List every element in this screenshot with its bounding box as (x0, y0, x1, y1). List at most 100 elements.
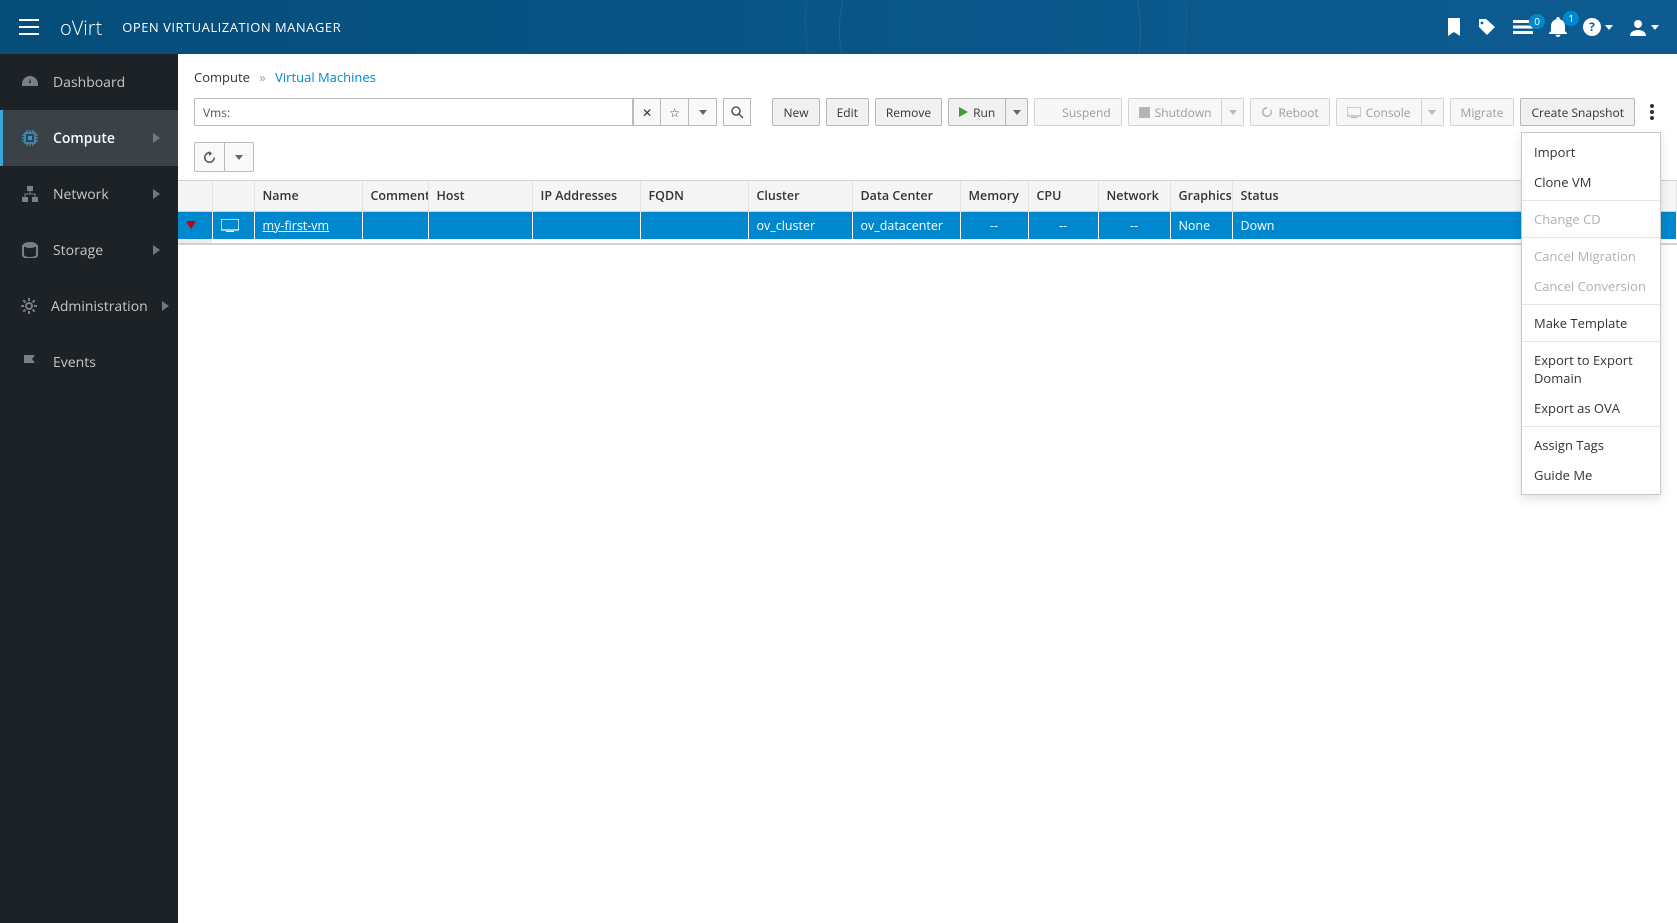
cell-cpu: -- (1028, 211, 1098, 239)
chevron-right-icon (153, 245, 160, 255)
sidebar-item-label: Storage (53, 241, 139, 260)
reboot-button: Reboot (1250, 98, 1329, 126)
flag-icon (21, 354, 39, 370)
menu-divider (1522, 426, 1660, 427)
row-vm-icon (212, 211, 254, 239)
refresh-group (194, 142, 254, 172)
menu-item-cancel-migration: Cancel Migration (1522, 241, 1660, 271)
reboot-label: Reboot (1278, 104, 1318, 121)
menu-item-export-as-ova[interactable]: Export as OVA (1522, 393, 1660, 423)
app-name: OPEN VIRTUALIZATION MANAGER (122, 18, 341, 36)
sidebar-item-label: Dashboard (53, 73, 160, 92)
reboot-icon (1261, 106, 1273, 118)
cell-memory: -- (960, 211, 1028, 239)
sidebar-item-dashboard[interactable]: Dashboard (0, 54, 178, 110)
sidebar-item-storage[interactable]: Storage (0, 222, 178, 278)
sidebar-item-label: Events (53, 353, 160, 372)
sidebar: Dashboard Compute Network Storage Admini… (0, 54, 178, 923)
search-label: Vms: (194, 98, 238, 126)
cell-graphics: None (1170, 211, 1232, 239)
cell-network: -- (1098, 211, 1170, 239)
menu-item-cancel-conversion: Cancel Conversion (1522, 271, 1660, 301)
breadcrumb-root[interactable]: Compute (194, 68, 250, 86)
row-status-indicator-icon[interactable] (178, 211, 212, 239)
console-caret-icon (1422, 98, 1444, 126)
col-expand[interactable] (178, 181, 212, 211)
sidebar-item-label: Administration (51, 297, 148, 316)
migrate-button: Migrate (1450, 98, 1515, 126)
sidebar-item-events[interactable]: Events (0, 334, 178, 390)
menu-divider (1522, 341, 1660, 342)
menu-divider (1522, 304, 1660, 305)
menu-divider (1522, 237, 1660, 238)
menu-item-assign-tags[interactable]: Assign Tags (1522, 430, 1660, 460)
storage-icon (21, 242, 39, 258)
col-fqdn[interactable]: FQDN (640, 181, 748, 211)
help-icon[interactable]: ? (1583, 18, 1613, 36)
cell-fqdn (640, 211, 748, 239)
cell-ip (532, 211, 640, 239)
col-cluster[interactable]: Cluster (748, 181, 852, 211)
alerts-badge: 1 (1563, 11, 1579, 26)
compute-icon (21, 130, 39, 146)
cell-cluster: ov_cluster (748, 211, 852, 239)
sidebar-item-administration[interactable]: Administration (0, 278, 178, 334)
svg-text:?: ? (1589, 18, 1595, 35)
menu-item-guide-me[interactable]: Guide Me (1522, 460, 1660, 490)
context-menu: ImportClone VM Change CD Cancel MigrationC… (1521, 132, 1661, 495)
search-submit-icon[interactable] (723, 98, 751, 126)
brand-logo: oVirt (60, 14, 102, 41)
search-group: Vms: ✕ ☆ (194, 98, 751, 126)
sidebar-item-label: Network (53, 185, 139, 204)
menu-item-clone-vm[interactable]: Clone VM (1522, 167, 1660, 197)
menu-item-make-template[interactable]: Make Template (1522, 308, 1660, 338)
new-button[interactable]: New (772, 98, 819, 126)
tasks-icon[interactable]: 0 (1513, 20, 1533, 34)
gear-icon (21, 298, 37, 314)
sidebar-item-label: Compute (53, 129, 139, 148)
cell-comment (362, 211, 428, 239)
chevron-right-icon (153, 189, 160, 199)
tasks-badge: 0 (1529, 14, 1545, 29)
create-snapshot-button[interactable]: Create Snapshot (1520, 98, 1635, 126)
bookmark-search-icon[interactable]: ☆ (661, 98, 689, 126)
console-label: Console (1366, 104, 1411, 121)
sidebar-item-network[interactable]: Network (0, 166, 178, 222)
dashboard-icon (21, 74, 39, 90)
refresh-icon[interactable] (195, 143, 225, 171)
cell-datacenter: ov_datacenter (852, 211, 960, 239)
bookmark-icon[interactable] (1447, 18, 1461, 36)
shutdown-caret-icon (1222, 98, 1244, 126)
sidebar-item-compute[interactable]: Compute (0, 110, 178, 166)
network-icon (21, 186, 39, 202)
chevron-right-icon (153, 133, 160, 143)
menu-item-change-cd: Change CD (1522, 204, 1660, 234)
refresh-caret-icon[interactable] (225, 143, 253, 171)
col-icon[interactable] (212, 181, 254, 211)
kebab-menu-icon[interactable] (1643, 98, 1661, 126)
tags-icon[interactable] (1477, 19, 1497, 35)
hamburger-icon[interactable] (10, 19, 48, 35)
search-caret-icon[interactable] (689, 98, 717, 126)
breadcrumb-leaf[interactable]: Virtual Machines (275, 68, 376, 86)
console-button: Console (1336, 98, 1422, 126)
col-ip[interactable]: IP Addresses (532, 181, 640, 211)
menu-item-export-to-export-domain[interactable]: Export to Export Domain (1522, 345, 1660, 393)
alerts-bell-icon[interactable]: 1 (1549, 17, 1567, 37)
menu-item-import[interactable]: Import (1522, 137, 1660, 167)
col-host[interactable]: Host (428, 181, 532, 211)
col-network[interactable]: Network (1098, 181, 1170, 211)
user-menu-icon[interactable] (1629, 18, 1659, 36)
top-bar: oVirt OPEN VIRTUALIZATION MANAGER 0 1 ? (0, 0, 1677, 54)
col-graphics[interactable]: Graphics (1170, 181, 1232, 211)
clear-search-icon[interactable]: ✕ (633, 98, 661, 126)
cell-name[interactable]: my-first-vm (254, 211, 362, 239)
chevron-right-icon (162, 301, 169, 311)
search-input[interactable] (238, 98, 633, 126)
col-comment[interactable]: Comment (362, 181, 428, 211)
breadcrumb-separator: » (259, 68, 265, 86)
table-row[interactable]: my-first-vm ov_cluster ov_datacenter -- … (178, 211, 1677, 239)
console-split-button: Console (1336, 98, 1444, 126)
col-name[interactable]: Name (254, 181, 362, 211)
console-icon (1347, 107, 1361, 118)
